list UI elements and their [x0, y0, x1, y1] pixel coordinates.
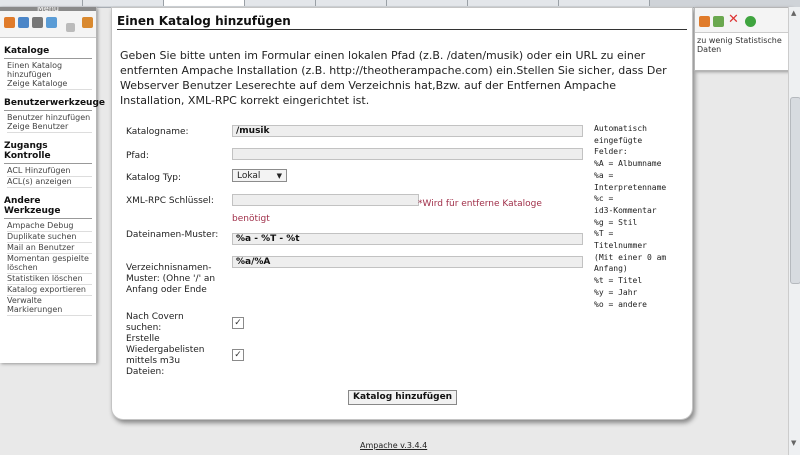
- m3u-label: Erstelle Wiedergabelisten mittels m3u Da…: [126, 334, 205, 377]
- home-icon[interactable]: [4, 17, 15, 28]
- sidebar-item-statistiken-loeschen[interactable]: Statistiken löschen: [7, 274, 92, 285]
- covern-checkbox[interactable]: ✓: [232, 317, 244, 329]
- version-link[interactable]: Ampache v.3.4.4: [360, 441, 427, 450]
- covern-label: Nach Covern suchen:: [126, 312, 184, 333]
- sidebar-item-ampache-debug[interactable]: Ampache Debug: [7, 221, 92, 232]
- divider: [4, 58, 92, 59]
- katalogname-input[interactable]: /musik: [232, 125, 583, 137]
- random-icon[interactable]: [46, 17, 57, 28]
- stats-widget: ✕ zu wenig Statistische Daten: [694, 7, 792, 71]
- widget-icon-bar: ✕: [695, 8, 791, 33]
- pfad-input[interactable]: [232, 148, 583, 160]
- browser-tab[interactable]: [387, 0, 468, 6]
- katalog-hinzufuegen-button[interactable]: Katalog hinzufügen: [348, 390, 458, 405]
- katalog-typ-select[interactable]: Lokal ▼: [232, 169, 287, 182]
- browser-tab[interactable]: [316, 0, 387, 6]
- sidebar-item-katalog-exportieren[interactable]: Katalog exportieren: [7, 285, 92, 296]
- play-icon[interactable]: [745, 16, 756, 27]
- delete-icon[interactable]: ✕: [728, 12, 739, 27]
- check-icon: ✓: [234, 350, 242, 360]
- verzeichnis-label: Verzeichnisnamen-Muster: (Ohne '/' an An…: [126, 263, 216, 295]
- page-scrollbar[interactable]: ▲ ▼: [788, 7, 800, 455]
- sidebar-item-acl-anzeigen[interactable]: ACL(s) anzeigen: [7, 177, 92, 188]
- browser-tab[interactable]: [245, 0, 316, 6]
- sidebar-section-title: Zugangs Kontrolle: [4, 141, 51, 161]
- sidebar-item-zeige-benutzer[interactable]: Zeige Benutzer: [7, 122, 92, 133]
- xmlrpc-label: XML-RPC Schlüssel:: [126, 196, 214, 206]
- sidebar-item-mail-an-benutzer[interactable]: Mail an Benutzer: [7, 243, 92, 254]
- refresh-icon[interactable]: [699, 16, 710, 27]
- katalog-typ-value: Lokal: [237, 171, 261, 181]
- volume-icon[interactable]: [32, 17, 43, 28]
- sidebar-item-katalog-hinzufuegen[interactable]: Einen Katalog hinzufügen: [7, 61, 92, 79]
- browser-tab[interactable]: [468, 0, 559, 6]
- auto-fields-help: Automatisch eingefügte Felder: %A = Albu…: [594, 124, 667, 309]
- preferences-icon[interactable]: [82, 17, 93, 28]
- browser-tab[interactable]: [559, 0, 650, 6]
- chevron-down-icon: ▼: [276, 172, 282, 180]
- document-icon[interactable]: [66, 23, 75, 32]
- sidebar-item-benutzer-hinzufuegen[interactable]: Benutzer hinzufügen: [7, 113, 92, 122]
- scrollbar-thumb[interactable]: [790, 97, 800, 284]
- sidebar-section-benutzerwerkzeuge: Benutzerwerkzeuge Benutzer hinzufügen Ze…: [0, 98, 105, 133]
- sidebar-item-verwalte-markierungen[interactable]: Verwalte Markierungen: [7, 296, 92, 316]
- verzeichnis-input[interactable]: %a/%A: [232, 256, 583, 268]
- sidebar-icon-bar: [0, 11, 96, 38]
- divider: [4, 218, 92, 219]
- sidebar-item-acl-hinzufuegen[interactable]: ACL Hinzufügen: [7, 166, 92, 177]
- sidebar-section-andere-werkzeuge: Andere Werkzeuge Ampache Debug Duplikate…: [0, 196, 96, 316]
- sidebar: Menu Kataloge Einen Katalog hinzufügen Z…: [0, 7, 105, 363]
- xmlrpc-note: *Wird für entferne Kataloge benötigt: [232, 199, 542, 224]
- page-title: Einen Katalog hinzufügen: [117, 14, 687, 30]
- intro-text: Geben Sie bitte unten im Formular einen …: [120, 49, 667, 107]
- sidebar-item-zeige-kataloge[interactable]: Zeige Kataloge: [7, 79, 92, 90]
- sidebar-item-duplikate-suchen[interactable]: Duplikate suchen: [7, 232, 92, 243]
- browser-tab[interactable]: [83, 0, 164, 6]
- dateinamen-label: Dateinamen-Muster:: [126, 230, 219, 240]
- scroll-up-icon[interactable]: ▲: [791, 9, 796, 17]
- widget-text: zu wenig Statistische Daten: [697, 36, 782, 54]
- m3u-checkbox[interactable]: ✓: [232, 349, 244, 361]
- divider: [4, 110, 92, 111]
- browse-icon[interactable]: [18, 17, 29, 28]
- sidebar-section-title: Kataloge: [4, 46, 50, 56]
- katalogname-label: Katalogname:: [126, 127, 189, 137]
- browser-tab-active[interactable]: [164, 0, 245, 6]
- dateinamen-input[interactable]: %a - %T - %t: [232, 233, 583, 245]
- divider: [4, 163, 92, 164]
- sidebar-section-zugangs-kontrolle: Zugangs Kontrolle ACL Hinzufügen ACL(s) …: [0, 141, 96, 188]
- sidebar-section-title: Benutzerwerkzeuge: [4, 98, 105, 108]
- katalog-typ-label: Katalog Typ:: [126, 173, 182, 183]
- sidebar-section-kataloge: Kataloge Einen Katalog hinzufügen Zeige …: [0, 46, 96, 90]
- pfad-label: Pfad:: [126, 151, 149, 161]
- scroll-down-icon[interactable]: ▼: [791, 439, 796, 447]
- check-icon: ✓: [234, 318, 242, 328]
- add-icon[interactable]: [713, 16, 724, 27]
- sidebar-item-momentan-gespielte-loeschen[interactable]: Momentan gespielte löschen: [7, 254, 92, 274]
- browser-tab[interactable]: [0, 0, 83, 6]
- sidebar-section-title: Andere Werkzeuge: [4, 196, 61, 216]
